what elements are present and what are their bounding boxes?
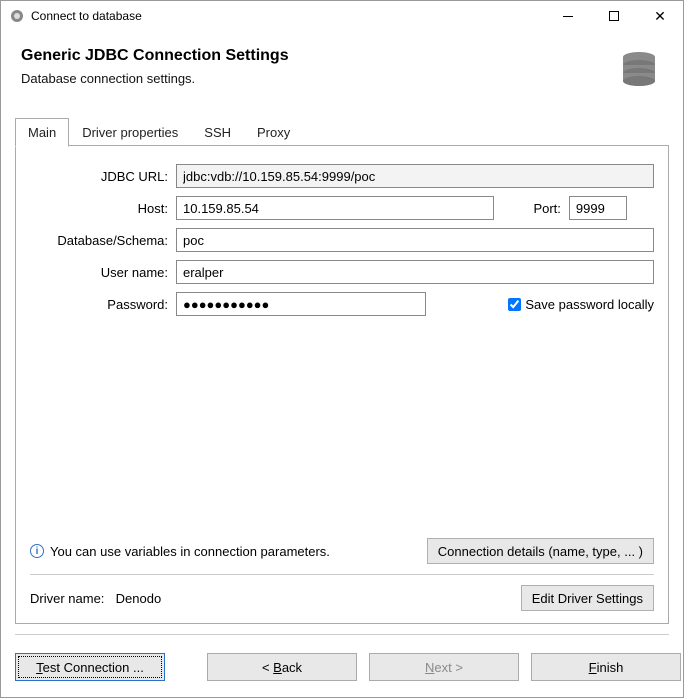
driver-row: Driver name: Denodo Edit Driver Settings <box>30 585 654 611</box>
tab-proxy[interactable]: Proxy <box>244 118 303 147</box>
tab-main[interactable]: Main <box>15 118 69 147</box>
header-subtitle: Database connection settings. <box>21 71 615 86</box>
host-field[interactable] <box>176 196 494 220</box>
database-icon <box>615 47 663 95</box>
port-label: Port: <box>500 201 563 216</box>
driver-name-value: Denodo <box>116 591 521 606</box>
schema-label: Database/Schema: <box>30 233 170 248</box>
main-tab-panel: JDBC URL: Host: Port: Database/Schema: U… <box>15 146 669 624</box>
back-button[interactable]: < Back <box>207 653 357 681</box>
jdbc-url-field[interactable] <box>176 164 654 188</box>
test-connection-button[interactable]: Test Connection ... <box>15 653 165 681</box>
info-row: i You can use variables in connection pa… <box>30 538 654 564</box>
username-field[interactable] <box>176 260 654 284</box>
close-icon: ✕ <box>654 9 666 23</box>
header-title: Generic JDBC Connection Settings <box>21 47 615 65</box>
save-password-checkbox[interactable] <box>508 298 521 311</box>
save-password-label: Save password locally <box>525 297 654 312</box>
app-icon <box>9 8 25 24</box>
next-button: Next > <box>369 653 519 681</box>
driver-name-label: Driver name: <box>30 591 104 606</box>
host-label: Host: <box>30 201 170 216</box>
info-text: You can use variables in connection para… <box>50 544 330 559</box>
titlebar: Connect to database ✕ <box>1 1 683 31</box>
window-title: Connect to database <box>31 9 545 23</box>
tab-ssh[interactable]: SSH <box>191 118 244 147</box>
tab-driver-properties[interactable]: Driver properties <box>69 118 191 147</box>
port-field[interactable] <box>569 196 627 220</box>
schema-field[interactable] <box>176 228 654 252</box>
minimize-button[interactable] <box>545 1 591 31</box>
tabstrip: Main Driver properties SSH Proxy <box>15 117 669 146</box>
jdbc-url-label: JDBC URL: <box>30 169 170 184</box>
wizard-button-bar: Test Connection ... < Back Next > Finish… <box>1 635 683 697</box>
connection-details-button[interactable]: Connection details (name, type, ... ) <box>427 538 654 564</box>
username-label: User name: <box>30 265 170 280</box>
finish-button[interactable]: Finish <box>531 653 681 681</box>
dialog-header: Generic JDBC Connection Settings Databas… <box>1 31 683 109</box>
password-field[interactable] <box>176 292 426 316</box>
maximize-button[interactable] <box>591 1 637 31</box>
close-button[interactable]: ✕ <box>637 1 683 31</box>
info-icon: i <box>30 544 44 558</box>
edit-driver-settings-button[interactable]: Edit Driver Settings <box>521 585 654 611</box>
password-label: Password: <box>30 297 170 312</box>
